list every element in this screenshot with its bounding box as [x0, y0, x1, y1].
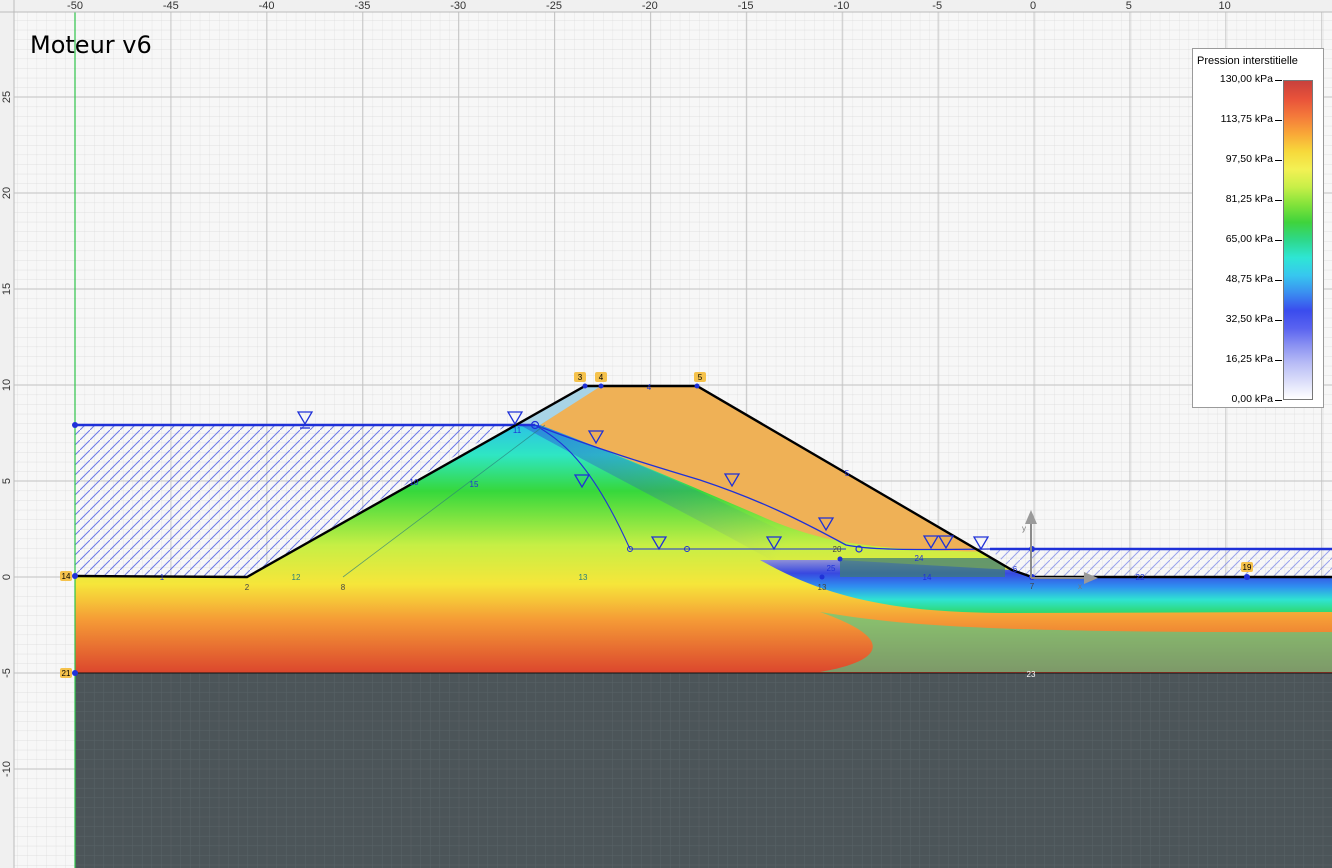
legend-tick	[1275, 360, 1282, 361]
node-tag-label: 5	[698, 373, 703, 382]
node-label: 4	[647, 383, 652, 392]
node-label: 2	[245, 583, 250, 592]
node-label: 23	[1027, 670, 1036, 679]
legend-value-label: 97,50 kPa	[1225, 153, 1273, 165]
node-tag-label: 3	[578, 373, 583, 382]
x-tick-label: -35	[354, 0, 370, 12]
legend-value-label: 16,25 kPa	[1225, 353, 1273, 365]
node-label: 13	[818, 583, 827, 592]
node-label: 24	[915, 554, 924, 563]
x-tick-label: 5	[1126, 0, 1132, 12]
node-label: 20	[833, 545, 842, 554]
node-label: 1	[160, 573, 165, 582]
node-label: 14	[923, 573, 932, 582]
node-label: 11	[513, 426, 522, 435]
x-tick-label: -15	[738, 0, 754, 12]
node-label: 12	[292, 573, 301, 582]
node-label: 8	[341, 583, 346, 592]
node-tag-label: 21	[62, 669, 71, 678]
x-tick-label: -25	[546, 0, 562, 12]
y-tick-label: 5	[1, 478, 13, 484]
downstream-water-hatch	[990, 549, 1332, 577]
node-label: 7	[1030, 582, 1035, 591]
model-title: Moteur v6	[30, 31, 152, 59]
x-tick-label: 10	[1218, 0, 1230, 12]
x-tick-label: -50	[67, 0, 83, 12]
color-legend: Pression interstitielle 130,00 kPa 113,75…	[1192, 48, 1324, 408]
x-tick-label: -5	[932, 0, 942, 12]
node-label: 22	[1136, 573, 1145, 582]
node-tag-label: 14	[62, 572, 71, 581]
legend-tick	[1275, 80, 1282, 81]
node-label: 15	[470, 480, 479, 489]
legend-tick	[1275, 280, 1282, 281]
node-label: x	[1078, 582, 1082, 591]
node-label: 6	[1013, 565, 1018, 574]
y-tick-label: 25	[1, 91, 13, 103]
legend-value-label: 113,75 kPa	[1220, 113, 1273, 125]
legend-value-label: 32,50 kPa	[1225, 313, 1273, 325]
x-tick-label: 0	[1030, 0, 1036, 12]
y-tick-label: 0	[1, 574, 13, 580]
x-tick-label: -10	[833, 0, 849, 12]
node-label: y	[1022, 524, 1026, 533]
node-label: 10	[410, 478, 419, 487]
legend-value-label: 0,00 kPa	[1231, 393, 1273, 405]
legend-tick	[1275, 200, 1282, 201]
node-label: 13	[579, 573, 588, 582]
legend-tick	[1275, 400, 1282, 401]
y-tick-label: 20	[1, 187, 13, 199]
y-tick-label: -10	[1, 761, 13, 777]
y-tick-label: -5	[1, 668, 13, 678]
left-ruler	[0, 0, 14, 868]
legend-tick	[1275, 120, 1282, 121]
legend-color-bar	[1283, 80, 1313, 400]
y-tick-label: 10	[1, 379, 13, 391]
bedrock	[75, 673, 1332, 868]
x-tick-label: -30	[450, 0, 466, 12]
x-tick-label: -20	[642, 0, 658, 12]
y-tick-label: 15	[1, 283, 13, 295]
legend-tick	[1275, 320, 1282, 321]
legend-tick	[1275, 240, 1282, 241]
model-canvas[interactable]: 3 4 51421192 812 13145610 1511142022232425713…	[0, 0, 1332, 868]
legend-value-label: 130,00 kPa	[1219, 73, 1273, 85]
node-tag-label: 19	[1243, 563, 1252, 572]
legend-value-label: 81,25 kPa	[1225, 193, 1273, 205]
legend-tick	[1275, 160, 1282, 161]
legend-value-label: 48,75 kPa	[1225, 273, 1273, 285]
top-ruler	[0, 0, 1332, 12]
legend-value-label: 65,00 kPa	[1225, 233, 1273, 245]
x-tick-label: -45	[163, 0, 179, 12]
node-label: 5	[845, 469, 850, 478]
legend-title: Pression interstitielle	[1197, 55, 1298, 67]
node-label: 25	[827, 564, 836, 573]
x-tick-label: -40	[259, 0, 275, 12]
node-tag-label: 4	[599, 373, 604, 382]
